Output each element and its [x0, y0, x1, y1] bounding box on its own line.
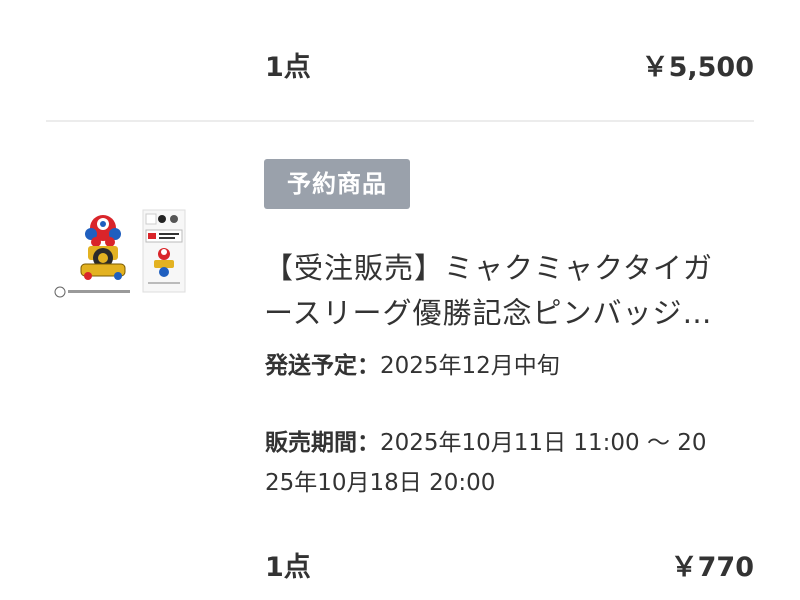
previous-item-summary: 1点 ￥5,500 — [0, 0, 800, 120]
product-title-line: 【受注販売】ミャクミャクタイガ — [264, 251, 713, 285]
product-title[interactable]: 【受注販売】ミャクミャクタイガ ースリーグ優勝記念ピンバッジ… — [264, 246, 754, 336]
product-title-line: ースリーグ優勝記念ピンバッジ… — [264, 296, 713, 330]
sales-period-label: 販売期間： — [265, 430, 380, 456]
item-quantity: 1点 — [265, 552, 311, 583]
preorder-badge: 予約商品 — [264, 159, 410, 209]
sales-period: 販売期間：2025年10月11日 11:00 〜 20 25年10月18日 20… — [265, 423, 765, 503]
divider — [46, 120, 754, 122]
product-thumbnail-image — [54, 209, 186, 298]
product-thumbnail[interactable] — [48, 200, 198, 310]
shipping-schedule: 発送予定：2025年12月中旬 — [265, 346, 765, 386]
item-price: ￥5,500 — [641, 52, 754, 83]
sales-period-value-continued: 25年10月18日 20:00 — [265, 470, 496, 496]
cart-item-list: 1点 ￥5,500 予約商品 【受注販売】ミャクミャクタイガ ースリーグ優勝記念… — [0, 0, 800, 600]
shipping-value: 2025年12月中旬 — [380, 353, 560, 379]
sales-period-value: 2025年10月11日 11:00 〜 20 — [380, 430, 707, 456]
pin-badge-graphic — [80, 215, 126, 280]
item-quantity: 1点 — [265, 52, 311, 83]
package-card-graphic — [142, 209, 186, 293]
item-price: ￥770 — [670, 552, 754, 583]
shipping-label: 発送予定： — [265, 353, 380, 379]
